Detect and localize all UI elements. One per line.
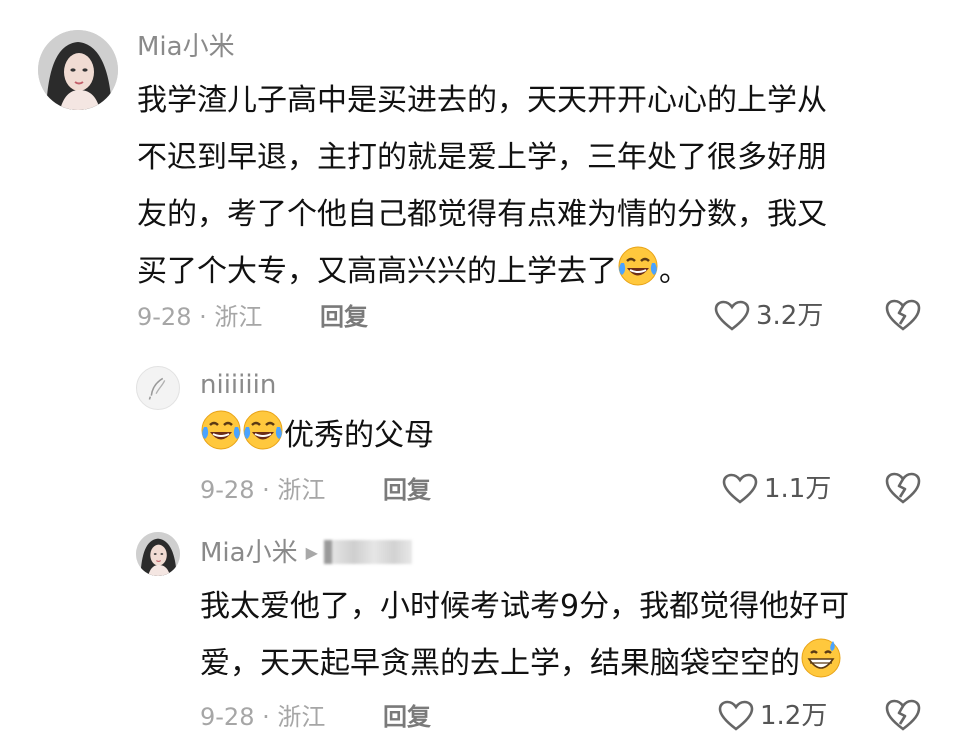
comment-line: 买了个大专，又高高兴兴的上学去了	[137, 254, 617, 289]
comment-line: 友的，考了个他自己都觉得有点难为情的分数，我又	[137, 197, 827, 232]
username[interactable]: Mia小米	[200, 538, 298, 568]
crying-laughing-emoji	[617, 245, 659, 287]
comment-text: 我太爱他了，小时候考试考9分，我都觉得他好可 爱，天天起早贪黑的去上学，结果脑袋…	[200, 578, 849, 692]
avatar[interactable]	[38, 30, 118, 110]
comment-line: 我太爱他了，小时候考试考9分，我都觉得他好可	[200, 589, 850, 624]
username[interactable]: Mia小米	[137, 32, 235, 62]
avatar-photo	[136, 532, 180, 576]
broken-heart-icon	[885, 699, 921, 731]
comment-line: 爱，天天起早贪黑的去上学，结果脑袋空空的	[200, 646, 800, 681]
crying-laughing-emoji	[242, 409, 284, 451]
like-count: 3.2万	[756, 301, 824, 331]
heart-icon	[718, 700, 754, 731]
comment-date-location: 9-28 · 浙江	[200, 476, 326, 504]
avatar-photo	[38, 30, 118, 110]
like-count: 1.2万	[760, 701, 828, 731]
reply-header: Mia小米 ▶	[200, 538, 412, 568]
heart-icon	[722, 473, 758, 504]
comment-line: 我学渣儿子高中是买进去的，天天开开心心的上学从	[137, 83, 827, 118]
sweat-grin-emoji	[800, 637, 842, 679]
feather-icon	[148, 377, 166, 400]
dislike-button[interactable]	[884, 298, 922, 332]
comment-text: 我学渣儿子高中是买进去的，天天开开心心的上学从 不迟到早退，主打的就是爱上学，三…	[137, 72, 827, 300]
like-button[interactable]: 3.2万	[714, 298, 823, 334]
comment-date-location: 9-28 · 浙江	[137, 303, 263, 331]
crying-laughing-emoji	[200, 409, 242, 451]
broken-heart-icon	[885, 472, 921, 504]
username[interactable]: niiiiiin	[200, 370, 276, 400]
comment-line: 优秀的父母	[284, 418, 434, 453]
like-button[interactable]: 1.1万	[722, 471, 831, 507]
blurred-username[interactable]	[323, 540, 412, 564]
reply-button[interactable]: 回复	[383, 475, 431, 505]
avatar[interactable]	[136, 366, 180, 410]
reply-button[interactable]: 回复	[383, 702, 431, 732]
comment-line: 。	[659, 254, 689, 289]
avatar[interactable]	[136, 532, 180, 576]
dislike-button[interactable]	[884, 471, 922, 505]
broken-heart-icon	[885, 299, 921, 331]
dislike-button[interactable]	[884, 698, 922, 732]
comment-line: 不迟到早退，主打的就是爱上学，三年处了很多好朋	[137, 140, 827, 175]
heart-icon	[714, 300, 750, 331]
like-button[interactable]: 1.2万	[718, 698, 827, 734]
reply-arrow-icon: ▶	[305, 543, 318, 562]
reply-button[interactable]: 回复	[320, 302, 368, 332]
comment-text: 优秀的父母	[200, 407, 434, 464]
comment-date-location: 9-28 · 浙江	[200, 703, 326, 731]
like-count: 1.1万	[764, 474, 832, 504]
